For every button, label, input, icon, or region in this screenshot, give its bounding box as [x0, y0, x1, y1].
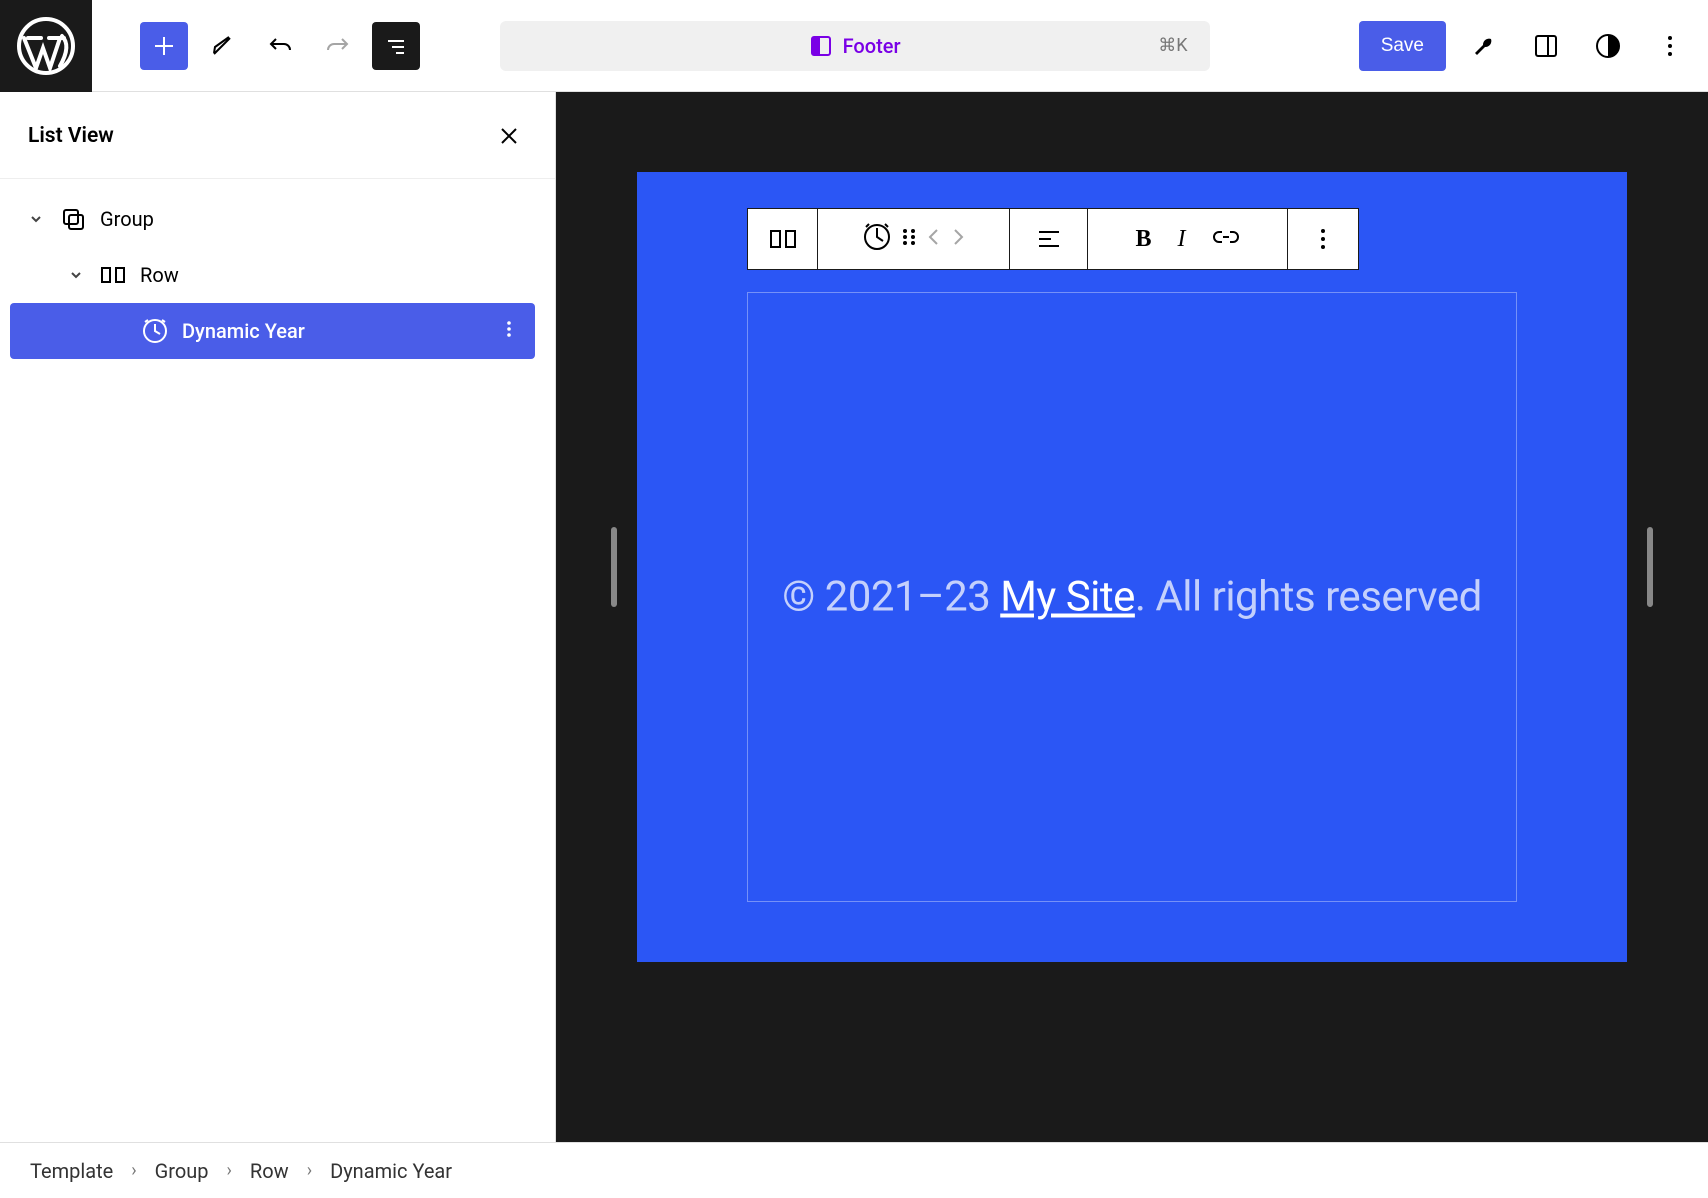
tree-item-group[interactable]: Group	[10, 191, 535, 247]
breadcrumb: Template › Group › Row › Dynamic Year	[0, 1142, 1708, 1198]
tree-item-row[interactable]: Row	[10, 247, 535, 303]
undo-button[interactable]	[256, 22, 304, 70]
drag-icon	[901, 227, 917, 247]
resize-handle-left[interactable]	[611, 527, 617, 607]
chevron-right-icon: ›	[131, 1160, 136, 1181]
redo-button[interactable]	[314, 22, 362, 70]
move-left-button[interactable]	[927, 228, 941, 250]
site-title-link[interactable]: My Site	[1000, 573, 1135, 622]
format-group: B I	[1088, 209, 1288, 269]
list-view-header: List View	[0, 92, 555, 179]
dynamic-year-icon	[142, 318, 168, 344]
link-button[interactable]	[1212, 228, 1240, 250]
undo-icon	[266, 32, 294, 60]
row-block-icon	[769, 229, 797, 249]
breadcrumb-item[interactable]: Row	[250, 1159, 289, 1183]
parent-block-button[interactable]	[748, 209, 818, 269]
footer-template-part[interactable]: B I © 2021–23 My Site. All rights reserv…	[637, 172, 1627, 962]
save-button[interactable]: Save	[1359, 21, 1446, 71]
redo-icon	[324, 32, 352, 60]
editor-canvas[interactable]: B I © 2021–23 My Site. All rights reserv…	[556, 92, 1708, 1142]
breadcrumb-item[interactable]: Template	[30, 1159, 113, 1183]
footer-suffix: . All rights reserved	[1135, 573, 1482, 622]
block-toolbar: B I	[747, 208, 1359, 270]
more-vertical-icon	[1657, 33, 1683, 59]
list-view-panel: List View Group Row Dynamic Year	[0, 92, 556, 1142]
group-block-icon	[60, 206, 86, 232]
tree-item-label: Group	[100, 207, 154, 231]
block-type-group	[818, 209, 1010, 269]
chevron-down-icon	[26, 212, 46, 226]
row-block-icon	[100, 262, 126, 288]
wrench-icon	[1471, 33, 1497, 59]
dynamic-year-block-content[interactable]: © 2021–23 My Site. All rights reserved	[748, 573, 1516, 622]
topbar-right-group: Save	[1359, 21, 1694, 71]
template-part-label: Footer	[843, 34, 901, 58]
shortcut-hint: ⌘K	[1158, 35, 1187, 56]
tree-item-more-button[interactable]	[499, 319, 519, 344]
italic-button[interactable]: I	[1178, 226, 1186, 253]
block-tree: Group Row Dynamic Year	[0, 179, 555, 371]
command-palette-trigger[interactable]: Footer ⌘K	[500, 21, 1210, 71]
tools-button[interactable]	[1460, 22, 1508, 70]
block-more-button[interactable]	[1288, 209, 1358, 269]
wordpress-icon	[16, 16, 76, 76]
edit-mode-button[interactable]	[198, 22, 246, 70]
list-view-toggle[interactable]	[372, 22, 420, 70]
topbar-left-group	[102, 22, 420, 70]
more-menu-button[interactable]	[1646, 22, 1694, 70]
tree-item-dynamic-year[interactable]: Dynamic Year	[10, 303, 535, 359]
close-list-view-button[interactable]	[491, 118, 527, 154]
template-part-icon	[809, 34, 833, 58]
link-icon	[1212, 228, 1240, 246]
styles-panel-toggle[interactable]	[1584, 22, 1632, 70]
editor-topbar: Footer ⌘K Save	[0, 0, 1708, 92]
drag-handle[interactable]	[901, 227, 917, 251]
list-view-title: List View	[28, 124, 114, 148]
list-view-icon	[383, 33, 409, 59]
sidebar-icon	[1533, 33, 1559, 59]
plus-icon	[151, 33, 177, 59]
settings-panel-toggle[interactable]	[1522, 22, 1570, 70]
tree-item-label: Dynamic Year	[182, 319, 305, 343]
pencil-icon	[209, 33, 235, 59]
contrast-icon	[1595, 33, 1621, 59]
bold-button[interactable]: B	[1135, 226, 1151, 253]
align-button[interactable]	[1010, 209, 1088, 269]
breadcrumb-item[interactable]: Dynamic Year	[330, 1159, 452, 1183]
tree-item-label: Row	[140, 263, 179, 287]
resize-handle-right[interactable]	[1647, 527, 1653, 607]
wordpress-logo-button[interactable]	[0, 0, 92, 92]
chevron-right-icon: ›	[227, 1160, 232, 1181]
close-icon	[498, 125, 520, 147]
editor-main: List View Group Row Dynamic Year	[0, 92, 1708, 1142]
add-block-button[interactable]	[140, 22, 188, 70]
selected-block-outline[interactable]: © 2021–23 My Site. All rights reserved	[747, 292, 1517, 902]
chevron-down-icon	[66, 268, 86, 282]
chevron-right-icon: ›	[307, 1160, 312, 1181]
move-right-button[interactable]	[951, 228, 965, 250]
more-vertical-icon	[1313, 226, 1333, 252]
breadcrumb-item[interactable]: Group	[155, 1159, 209, 1183]
chevron-right-icon	[951, 228, 965, 246]
block-icon-button[interactable]	[863, 223, 891, 255]
align-left-icon	[1036, 228, 1062, 250]
chevron-left-icon	[927, 228, 941, 246]
footer-prefix: © 2021–23	[782, 573, 1000, 622]
